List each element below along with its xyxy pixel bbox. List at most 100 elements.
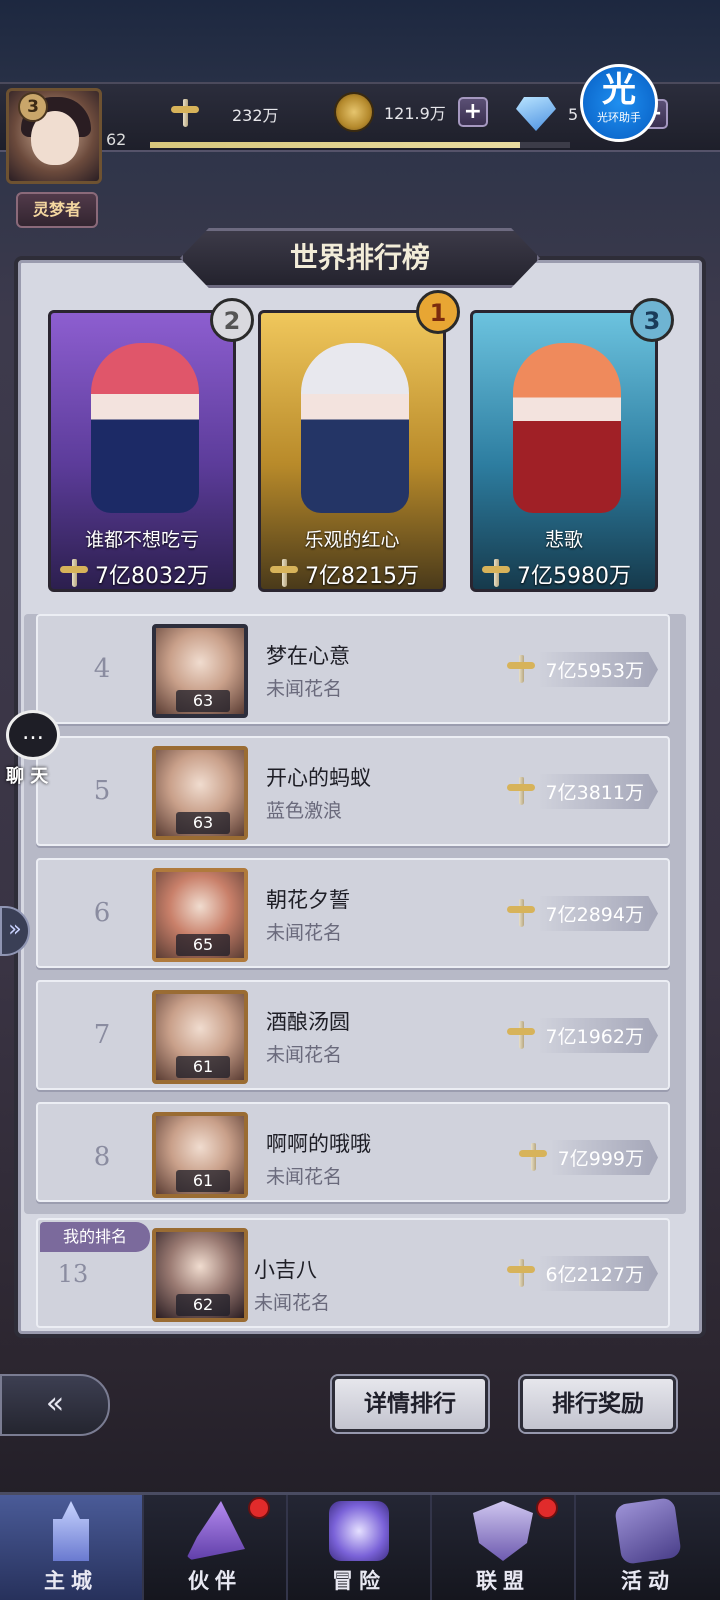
sword-icon [504, 1019, 538, 1053]
xp-progress-fill [150, 142, 520, 148]
helper-badge-label: 光环助手 [597, 111, 641, 124]
shield-icon [473, 1501, 533, 1561]
top3-name: 谁都不想吃亏 [84, 529, 199, 551]
player-title-plate[interactable]: 灵梦者 [16, 192, 98, 228]
ranking-list[interactable]: 4 63 梦在心意 未闻花名 7亿5953万 5 63 开心的蚂蚁 蓝色激浪 7… [24, 614, 686, 1214]
guild-name: 未闻花名 [266, 1044, 343, 1066]
player-level-tag: 63 [176, 690, 230, 712]
row-rank: 4 [93, 654, 111, 684]
ranking-row[interactable]: 5 63 开心的蚂蚁 蓝色激浪 7亿3811万 [36, 736, 670, 846]
player-portrait[interactable]: 65 [152, 868, 248, 962]
castle-icon [53, 1501, 89, 1561]
chat-label: 聊 天 [6, 766, 49, 787]
player-name: 酒酿汤圆 [266, 1010, 350, 1034]
row-rank: 5 [93, 776, 111, 806]
nav-label: 活动 [621, 1569, 675, 1593]
sword-icon [479, 557, 513, 589]
hero-portrait [301, 343, 409, 513]
my-rank-number: 13 [57, 1260, 89, 1288]
sword-icon [504, 1257, 538, 1291]
gem-value: 5 [568, 104, 579, 124]
back-button[interactable]: « [0, 1374, 110, 1436]
sword-icon [168, 97, 202, 131]
power-score: 7亿2894万 [504, 896, 658, 931]
top3-card-rank-2[interactable]: 谁都不想吃亏 7亿8032万 [48, 310, 236, 592]
top3-score-value: 7亿5980万 [517, 564, 631, 589]
chat-bubble-icon: … [6, 710, 60, 760]
player-portrait[interactable]: 63 [152, 624, 248, 718]
ranking-reward-button[interactable]: 排行奖励 [520, 1376, 676, 1432]
nav-label: 冒险 [332, 1569, 386, 1593]
detail-ranking-button[interactable]: 详情排行 [332, 1376, 488, 1432]
silver-medal-icon: 2 [210, 298, 254, 342]
player-name: 梦在心意 [266, 644, 350, 668]
power-score-value: 7亿999万 [549, 1140, 658, 1175]
row-rank: 6 [93, 898, 111, 928]
row-rank: 8 [93, 1142, 111, 1172]
diamond-icon [516, 97, 556, 131]
portal-orb-icon [329, 1501, 389, 1561]
player-name: 朝花夕誓 [266, 888, 350, 912]
hero-portrait [513, 343, 621, 513]
nav-partners[interactable]: 伙伴 [144, 1495, 288, 1600]
my-rank-row[interactable]: 我的排名 13 62 小吉八 未闻花名 6亿2127万 [36, 1218, 670, 1328]
bottom-nav: 主城 伙伴 冒险 联盟 活动 [0, 1492, 720, 1600]
helper-badge-glyph: 光 [602, 70, 636, 110]
helper-app-badge[interactable]: 光 光环助手 [580, 64, 658, 142]
notification-dot [248, 1497, 270, 1519]
player-level-tag: 61 [176, 1170, 230, 1192]
my-portrait[interactable]: 62 [152, 1228, 248, 1322]
nav-label: 伙伴 [188, 1569, 242, 1593]
back-arrow-icon: « [45, 1386, 65, 1421]
player-name: 啊啊的哦哦 [266, 1132, 371, 1156]
sword-icon [57, 557, 91, 589]
player-portrait[interactable]: 61 [152, 1112, 248, 1198]
power-resource: 232万 [168, 96, 279, 132]
ranking-row[interactable]: 7 61 酒酿汤圆 未闻花名 7亿1962万 [36, 980, 670, 1090]
top3-score-value: 7亿8032万 [95, 564, 209, 589]
player-portrait[interactable]: 61 [152, 990, 248, 1084]
bronze-medal-icon: 3 [630, 298, 674, 342]
power-score: 7亿999万 [516, 1140, 658, 1175]
player-level-tag: 61 [176, 1056, 230, 1078]
my-power-score-value: 6亿2127万 [537, 1256, 658, 1291]
nav-alliance[interactable]: 联盟 [432, 1495, 576, 1600]
power-score: 7亿3811万 [504, 774, 658, 809]
power-score-value: 7亿1962万 [537, 1018, 658, 1053]
ranking-row[interactable]: 6 65 朝花夕誓 未闻花名 7亿2894万 [36, 858, 670, 968]
player-level-tag: 63 [176, 812, 230, 834]
nav-main-city[interactable]: 主城 [0, 1495, 144, 1600]
guild-name: 未闻花名 [266, 922, 343, 944]
vip-badge: 3 [18, 92, 48, 122]
top3-score: 7亿8032万 [57, 557, 209, 589]
nav-adventure[interactable]: 冒险 [288, 1495, 432, 1600]
power-score: 7亿5953万 [504, 652, 658, 687]
power-value: 232万 [232, 106, 279, 125]
power-score-value: 7亿5953万 [537, 652, 658, 687]
hero-portrait [91, 343, 199, 513]
add-gold-button[interactable]: + [457, 97, 488, 127]
coin-icon [334, 92, 374, 132]
top3-name: 悲歌 [544, 529, 583, 551]
ranking-row[interactable]: 4 63 梦在心意 未闻花名 7亿5953万 [36, 614, 670, 724]
witch-hat-icon [185, 1501, 245, 1561]
sword-icon [267, 557, 301, 589]
player-portrait[interactable]: 63 [152, 746, 248, 840]
double-chevron-right-icon: » [8, 917, 22, 942]
player-level-tag: 65 [176, 934, 230, 956]
top3-card-rank-1[interactable]: 乐观的红心 7亿8215万 [258, 310, 446, 592]
guild-name: 蓝色激浪 [266, 800, 343, 822]
top3-card-rank-3[interactable]: 悲歌 7亿5980万 [470, 310, 658, 592]
chat-button[interactable]: … 聊 天 [6, 710, 66, 787]
player-level: 62 [106, 130, 127, 149]
nav-label: 主城 [44, 1569, 98, 1593]
sword-icon [504, 897, 538, 931]
top3-score: 7亿5980万 [479, 557, 631, 589]
gold-medal-icon: 1 [416, 290, 460, 334]
my-player-name: 小吉八 [254, 1258, 317, 1282]
power-score-value: 7亿2894万 [537, 896, 658, 931]
my-level-tag: 62 [176, 1294, 230, 1316]
ranking-row[interactable]: 8 61 啊啊的哦哦 未闻花名 7亿999万 [36, 1102, 670, 1202]
nav-label: 联盟 [476, 1569, 530, 1593]
nav-events[interactable]: 活动 [576, 1495, 720, 1600]
